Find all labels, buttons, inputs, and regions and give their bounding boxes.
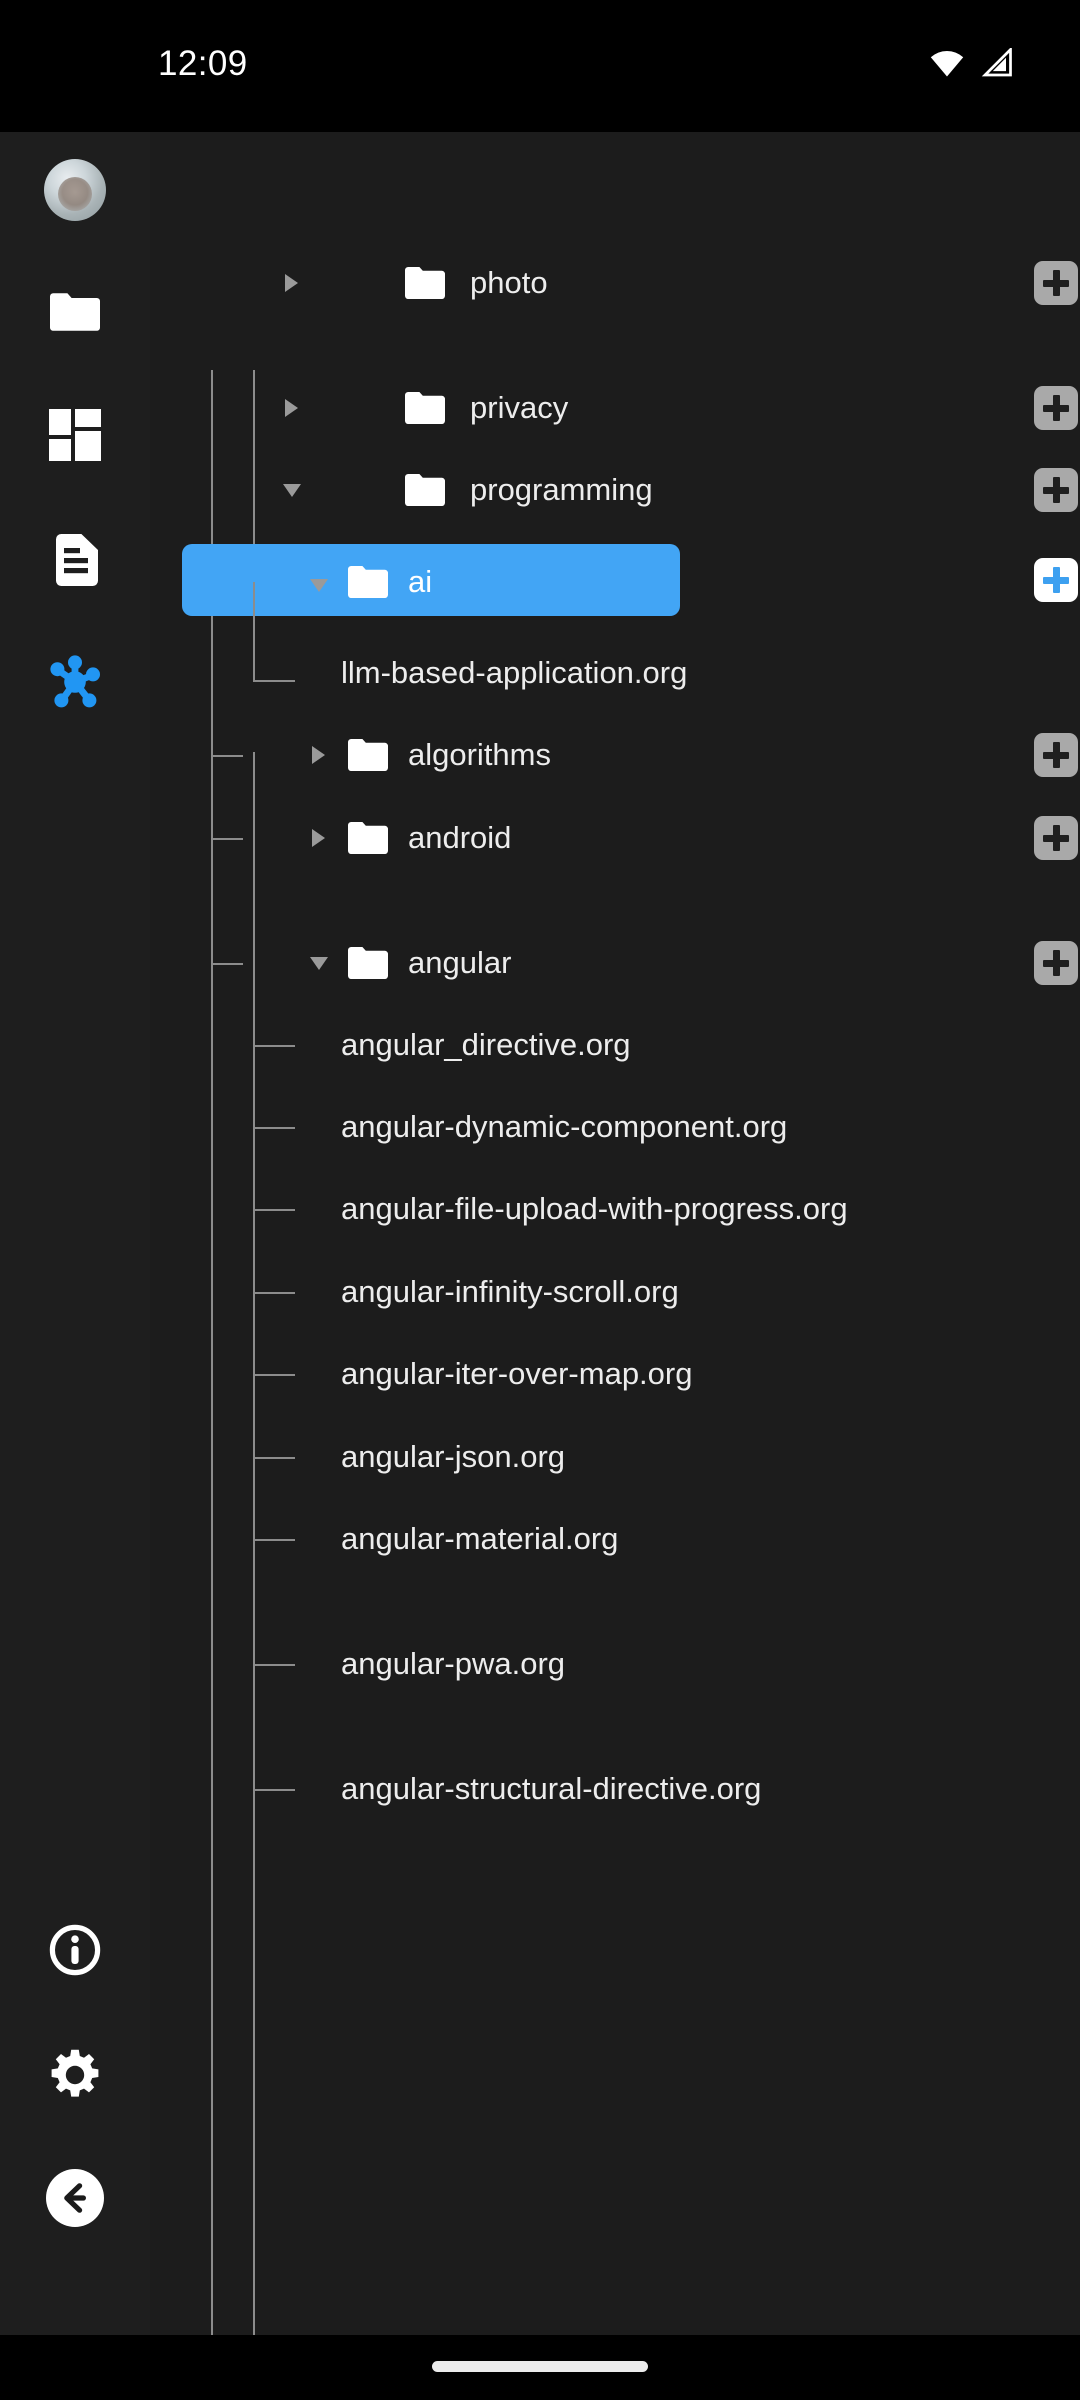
tree-connector xyxy=(253,1045,295,1047)
folder-icon xyxy=(348,566,388,598)
tree-row-folder[interactable]: privacy xyxy=(150,367,1080,449)
tree-row-file[interactable]: llm-based-application.org xyxy=(150,582,1080,714)
tree-row-label: angular_directive.org xyxy=(341,1027,631,1062)
tree-connector-vertical xyxy=(253,582,255,680)
tree-row-file[interactable]: angular-material.org xyxy=(150,1498,1080,1580)
tree-row-label: angular-pwa.org xyxy=(341,1646,566,1681)
sidebar-item-files[interactable] xyxy=(0,274,150,354)
cellular-signal-icon xyxy=(980,46,1014,83)
tree-connector xyxy=(253,1209,295,1211)
tree-row-label: angular-iter-over-map.org xyxy=(341,1356,693,1391)
document-icon xyxy=(50,533,100,591)
tree-row-file[interactable]: angular-iter-over-map.org xyxy=(150,1333,1080,1415)
status-bar: 12:09 xyxy=(0,0,1080,132)
info-circle-icon xyxy=(49,1924,101,1981)
app-body: photo privacy programming ai llm-based-a… xyxy=(0,132,1080,2335)
gear-icon xyxy=(48,2048,102,2107)
tree-connector xyxy=(211,838,243,840)
expand-arrow-icon[interactable] xyxy=(305,740,335,770)
folder-icon xyxy=(348,739,388,771)
tree-row-file[interactable]: angular-dynamic-component.org xyxy=(150,1086,1080,1168)
tree-row-folder[interactable]: programming xyxy=(150,449,1080,531)
folder-icon xyxy=(348,822,388,854)
navigation-bar xyxy=(0,2335,1080,2400)
tree-row-file[interactable]: angular-json.org xyxy=(150,1416,1080,1498)
tree-row-file[interactable]: angular-structural-directive.org xyxy=(150,1748,1080,1830)
tree-row-folder[interactable]: angular xyxy=(150,922,1080,1004)
grid-dashboard-icon xyxy=(49,408,101,466)
tree-connector xyxy=(211,755,243,757)
tree-row-file[interactable]: angular-pwa.org xyxy=(150,1623,1080,1705)
status-clock: 12:09 xyxy=(158,44,248,83)
tree-connector xyxy=(253,1127,295,1129)
wifi-icon xyxy=(928,48,966,83)
avatar xyxy=(44,159,106,221)
tree-row-label: angular-file-upload-with-progress.org xyxy=(341,1191,848,1226)
tree-row-label: llm-based-application.org xyxy=(341,655,688,690)
status-icon-group xyxy=(928,46,1014,83)
tree-connector xyxy=(253,1374,295,1376)
sidebar-item-dashboard[interactable] xyxy=(0,397,150,477)
tree-row-file[interactable]: angular-infinity-scroll.org xyxy=(150,1251,1080,1333)
tree-row-label: programming xyxy=(470,472,653,507)
collapse-arrow-icon[interactable] xyxy=(308,570,338,600)
expand-arrow-icon[interactable] xyxy=(305,823,335,853)
graph-network-icon xyxy=(47,654,103,715)
screen-root: 12:09 photo privacy programming ai llm-b… xyxy=(0,0,1080,2400)
sidebar-item-info[interactable] xyxy=(0,1912,150,1992)
expand-arrow-icon[interactable] xyxy=(278,393,308,423)
folder-icon xyxy=(48,290,102,339)
tree-row-label: android xyxy=(408,820,512,855)
tree-connector xyxy=(253,680,295,682)
add-child-button[interactable] xyxy=(1034,468,1078,512)
tree-row-label: angular-dynamic-component.org xyxy=(341,1109,788,1144)
add-child-button[interactable] xyxy=(1034,733,1078,777)
add-child-button[interactable] xyxy=(1034,261,1078,305)
folder-icon xyxy=(348,947,388,979)
tree-row-file[interactable]: angular-file-upload-with-progress.org xyxy=(150,1168,1080,1250)
sidebar-item-settings[interactable] xyxy=(0,2037,150,2117)
back-arrow-icon xyxy=(46,2168,104,2232)
add-child-button[interactable] xyxy=(1034,941,1078,985)
collapse-arrow-icon[interactable] xyxy=(281,475,311,505)
tree-row-label: ai xyxy=(408,564,433,599)
add-child-button[interactable] xyxy=(1034,386,1078,430)
tree-row-label: angular xyxy=(408,945,512,980)
add-child-button[interactable] xyxy=(1034,558,1078,602)
folder-icon xyxy=(405,474,445,506)
tree-row-label: angular-infinity-scroll.org xyxy=(341,1274,679,1309)
tree-connector xyxy=(253,1292,295,1294)
sidebar-item-back[interactable] xyxy=(0,2160,150,2240)
tree-connector xyxy=(253,1664,295,1666)
tree-row-folder[interactable]: android xyxy=(150,797,1080,879)
tree-row-label: algorithms xyxy=(408,737,551,772)
tree-row-file[interactable]: angular_directive.org xyxy=(150,1004,1080,1086)
tree-row-label: angular-material.org xyxy=(341,1521,619,1556)
tree-connector xyxy=(253,1539,295,1541)
sidebar-item-documents[interactable] xyxy=(0,522,150,602)
expand-arrow-icon[interactable] xyxy=(278,268,308,298)
tree-row-folder[interactable]: photo xyxy=(150,242,1080,324)
tree-row-label: angular-json.org xyxy=(341,1439,566,1474)
tree-row-folder[interactable]: algorithms xyxy=(150,714,1080,796)
folder-icon xyxy=(405,267,445,299)
tree-connector xyxy=(211,963,243,965)
left-rail xyxy=(0,132,150,2335)
folder-icon xyxy=(405,392,445,424)
tree-connector xyxy=(253,1789,295,1791)
tree-row-label: privacy xyxy=(470,390,569,425)
add-child-button[interactable] xyxy=(1034,816,1078,860)
tree-row-label: angular-structural-directive.org xyxy=(341,1771,762,1806)
sidebar-item-graph[interactable] xyxy=(0,644,150,724)
folder-tree: photo privacy programming ai llm-based-a… xyxy=(150,132,1080,2335)
tree-row-label: photo xyxy=(470,265,548,300)
tree-row-folder-selected[interactable]: ai xyxy=(150,532,1080,628)
tree-connector xyxy=(253,1457,295,1459)
collapse-arrow-icon[interactable] xyxy=(308,948,338,978)
sidebar-item-avatar[interactable] xyxy=(0,150,150,230)
gesture-handle[interactable] xyxy=(432,2361,648,2372)
